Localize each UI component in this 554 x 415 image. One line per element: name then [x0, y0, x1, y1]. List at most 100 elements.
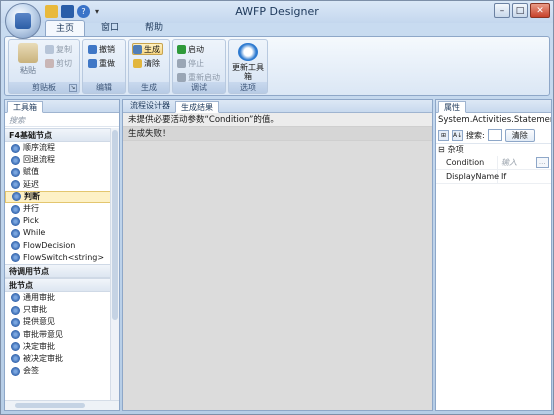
- toolbox-category[interactable]: 批节点: [5, 277, 111, 292]
- tab-properties[interactable]: 属性: [438, 101, 466, 113]
- toolbox-item-label: 通用审批: [23, 292, 55, 302]
- toolbox-item[interactable]: FlowDecision: [5, 240, 111, 252]
- property-search-input[interactable]: [487, 129, 502, 141]
- property-value: 输入: [501, 157, 517, 167]
- toolbox-item-label: 提供意见: [23, 317, 55, 327]
- toolbox-item[interactable]: Pick: [5, 215, 111, 227]
- toolbox-item[interactable]: 并行: [5, 203, 111, 215]
- close-button[interactable]: ✕: [530, 3, 550, 18]
- start-button[interactable]: 启动: [177, 43, 204, 55]
- maximize-button[interactable]: □: [512, 3, 528, 18]
- toolbox-item[interactable]: 顺序流程: [5, 142, 111, 154]
- toolbox-vertical-scrollbar[interactable]: [110, 128, 119, 400]
- toolbox-item[interactable]: 决定审批: [5, 341, 111, 353]
- tab-home[interactable]: 主页: [45, 20, 86, 36]
- stop-label: 停止: [188, 58, 204, 68]
- toolbox-panel: 工具箱 搜索 F4基础节点 顺序流程 回退流程 赋值 延迟 判断 并行 Pick…: [4, 99, 120, 411]
- copy-button[interactable]: 复制: [45, 43, 72, 55]
- edit-group: 撤销 重做 编辑: [82, 39, 126, 94]
- alphabetical-sort-icon[interactable]: A↓: [452, 129, 463, 141]
- cut-button[interactable]: 剪切: [45, 57, 72, 69]
- redo-button[interactable]: 重做: [88, 57, 115, 69]
- paste-button[interactable]: 粘贴: [11, 43, 45, 81]
- toolbox-item[interactable]: 通用审批: [5, 292, 111, 304]
- tab-build-results[interactable]: 生成结果: [175, 101, 219, 113]
- toolbox-item-label: While: [23, 228, 46, 238]
- toolbox-item[interactable]: 延迟: [5, 179, 111, 191]
- property-name: Condition: [436, 156, 498, 169]
- app-logo-icon: [15, 13, 31, 29]
- restart-label: 重新启动: [188, 72, 220, 82]
- collapse-icon[interactable]: ⊟: [438, 144, 445, 156]
- redo-icon: [88, 58, 97, 68]
- tab-toolbox[interactable]: 工具箱: [7, 101, 43, 113]
- clear-search-button[interactable]: 清除: [504, 128, 535, 142]
- build-group-label: 生成: [129, 82, 169, 93]
- toolbox-category[interactable]: 待调用节点: [5, 263, 111, 278]
- toolbox-item-selected[interactable]: 判断: [5, 190, 111, 203]
- clipboard-launcher-icon[interactable]: ↘: [69, 84, 77, 92]
- build-button[interactable]: 生成: [132, 43, 163, 55]
- build-message[interactable]: 未提供必要活动参数“Condition”的值。: [123, 113, 432, 127]
- toolbox-list: F4基础节点 顺序流程 回退流程 赋值 延迟 判断 并行 Pick While …: [5, 128, 111, 400]
- properties-panel: 属性 System.Activities.Statements.If ⊞ A↓ …: [435, 99, 552, 411]
- options-group-label: 选项: [229, 82, 267, 93]
- update-toolbox-button[interactable]: 更新工具箱: [231, 43, 265, 81]
- toolbox-item[interactable]: While: [5, 227, 111, 239]
- categorized-view-icon[interactable]: ⊞: [438, 129, 449, 141]
- condition-value-field[interactable]: 输入 ...: [498, 156, 551, 169]
- toolbox-item[interactable]: 被决定审批: [5, 353, 111, 365]
- activity-icon: [11, 317, 20, 327]
- tab-window[interactable]: 窗口: [91, 20, 129, 36]
- property-row-displayname: DisplayName If: [436, 170, 551, 184]
- displayname-value-field[interactable]: If: [498, 170, 551, 183]
- activity-icon: [11, 143, 20, 153]
- toolbox-horizontal-scrollbar[interactable]: [5, 400, 119, 410]
- tab-help[interactable]: 帮助: [135, 20, 173, 36]
- toolbox-item-label: 并行: [23, 204, 39, 214]
- broom-icon: [133, 58, 142, 68]
- application-menu-button[interactable]: [5, 3, 41, 39]
- toolbox-item-label: 回退流程: [23, 155, 55, 165]
- stop-icon: [177, 58, 186, 68]
- toolbox-item[interactable]: 提供意见: [5, 316, 111, 328]
- activity-icon: [12, 192, 21, 202]
- property-value: If: [501, 171, 507, 181]
- toolbox-item[interactable]: 赋值: [5, 166, 111, 178]
- property-category[interactable]: ⊟ 杂项: [436, 144, 551, 156]
- toolbox-item[interactable]: FlowSwitch<string>: [5, 252, 111, 264]
- toolbox-item-label: 决定审批: [23, 341, 55, 351]
- build-message[interactable]: 生成失败！: [123, 127, 432, 141]
- toolbox-item[interactable]: 只审批: [5, 304, 111, 316]
- toolbox-item-label: 只审批: [23, 305, 47, 315]
- property-search-label: 搜索:: [466, 130, 485, 140]
- toolbox-header: 工具箱: [5, 100, 119, 113]
- tab-workflow-designer[interactable]: 流程设计器: [125, 100, 175, 112]
- scroll-thumb[interactable]: [112, 130, 118, 320]
- minimize-button[interactable]: –: [494, 3, 510, 18]
- activity-icon: [11, 293, 20, 303]
- designer-tabs: 流程设计器 生成结果: [123, 100, 432, 113]
- toolbox-item-label: Pick: [23, 216, 39, 226]
- activity-icon: [11, 241, 20, 251]
- designer-panel: 流程设计器 生成结果 未提供必要活动参数“Condition”的值。 生成失败！: [122, 99, 433, 411]
- toolbox-item-label: 会签: [23, 366, 39, 376]
- stop-button[interactable]: 停止: [177, 57, 204, 69]
- activity-icon: [11, 216, 20, 226]
- selected-object-type: System.Activities.Statements.If: [438, 115, 551, 125]
- activity-icon: [11, 354, 20, 364]
- clean-button[interactable]: 清除: [133, 57, 160, 69]
- toolbox-category[interactable]: F4基础节点: [5, 128, 111, 142]
- expression-editor-button[interactable]: ...: [536, 157, 549, 168]
- toolbox-item[interactable]: 回退流程: [5, 154, 111, 166]
- toolbox-item-label: 判断: [24, 191, 40, 201]
- property-row-condition: Condition 输入 ...: [436, 156, 551, 170]
- undo-button[interactable]: 撤销: [88, 43, 115, 55]
- build-group: 生成 清除 生成: [128, 39, 170, 94]
- toolbox-item[interactable]: 会签: [5, 365, 111, 377]
- app-window: ? ▾ AWFP Designer – □ ✕ 主页 窗口 帮助 粘贴 复制 剪…: [0, 0, 554, 415]
- cut-icon: [45, 58, 54, 68]
- toolbox-item[interactable]: 审批带意见: [5, 328, 111, 340]
- scroll-thumb[interactable]: [15, 403, 85, 408]
- toolbox-search-input[interactable]: 搜索: [5, 113, 119, 127]
